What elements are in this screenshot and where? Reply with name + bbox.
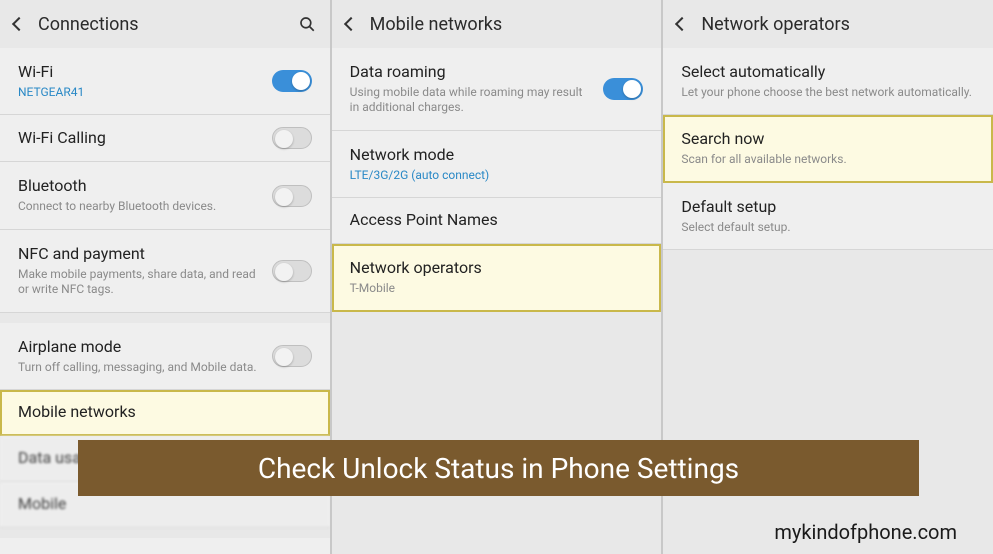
header-title: Mobile networks [370, 14, 648, 35]
header-title: Network operators [701, 14, 979, 35]
item-search-now[interactable]: Search now Scan for all available networ… [663, 115, 993, 182]
data-roaming-toggle[interactable] [603, 78, 643, 100]
item-title: Wi-Fi [18, 62, 260, 83]
item-select-automatically[interactable]: Select automatically Let your phone choo… [663, 48, 993, 115]
item-sub: NETGEAR41 [18, 85, 260, 101]
item-text: Wi-Fi Calling [18, 128, 260, 149]
item-nfc-payment[interactable]: NFC and payment Make mobile payments, sh… [0, 230, 330, 313]
back-icon[interactable] [344, 17, 358, 31]
item-text: Bluetooth Connect to nearby Bluetooth de… [18, 176, 260, 214]
item-text: Wi-Fi NETGEAR41 [18, 62, 260, 100]
item-title: Wi-Fi Calling [18, 128, 260, 149]
item-text: Network operators T-Mobile [350, 258, 644, 296]
item-sub: Scan for all available networks. [681, 152, 975, 168]
item-title: Access Point Names [350, 210, 644, 231]
item-network-mode[interactable]: Network mode LTE/3G/2G (auto connect) [332, 131, 662, 198]
item-title: Select automatically [681, 62, 975, 83]
item-default-setup[interactable]: Default setup Select default setup. [663, 183, 993, 250]
item-more-connection-settings[interactable]: More connection settings [0, 538, 330, 554]
item-title: More connection settings [18, 550, 312, 554]
back-icon[interactable] [675, 17, 689, 31]
item-wifi-calling[interactable]: Wi-Fi Calling [0, 115, 330, 162]
bluetooth-toggle[interactable] [272, 185, 312, 207]
item-title: Network operators [350, 258, 644, 279]
item-sub: Connect to nearby Bluetooth devices. [18, 199, 260, 215]
item-bluetooth[interactable]: Bluetooth Connect to nearby Bluetooth de… [0, 162, 330, 229]
item-data-roaming[interactable]: Data roaming Using mobile data while roa… [332, 48, 662, 131]
item-title: NFC and payment [18, 244, 260, 265]
item-text: Select automatically Let your phone choo… [681, 62, 975, 100]
item-text: Airplane mode Turn off calling, messagin… [18, 337, 260, 375]
item-title: Network mode [350, 145, 644, 166]
item-title: Bluetooth [18, 176, 260, 197]
header-mobile-networks: Mobile networks [332, 0, 662, 48]
item-text: Data roaming Using mobile data while roa… [350, 62, 592, 116]
wifi-calling-toggle[interactable] [272, 127, 312, 149]
item-text: Mobile [18, 494, 312, 515]
item-sub: Select default setup. [681, 220, 975, 236]
header-title: Connections [38, 14, 298, 35]
item-airplane-mode[interactable]: Airplane mode Turn off calling, messagin… [0, 323, 330, 390]
item-sub: Let your phone choose the best network a… [681, 85, 975, 101]
item-sub: LTE/3G/2G (auto connect) [350, 168, 644, 184]
header-connections: Connections [0, 0, 330, 48]
item-sub: Make mobile payments, share data, and re… [18, 267, 260, 298]
item-title: Mobile [18, 494, 312, 515]
item-text: Search now Scan for all available networ… [681, 129, 975, 167]
nfc-toggle[interactable] [272, 260, 312, 282]
back-icon[interactable] [12, 17, 26, 31]
item-sub: Turn off calling, messaging, and Mobile … [18, 360, 260, 376]
item-sub: Using mobile data while roaming may resu… [350, 85, 592, 116]
item-title: Mobile networks [18, 402, 312, 423]
item-title: Airplane mode [18, 337, 260, 358]
item-text: Default setup Select default setup. [681, 197, 975, 235]
wifi-toggle[interactable] [272, 70, 312, 92]
overlay-banner: Check Unlock Status in Phone Settings [78, 440, 919, 496]
airplane-toggle[interactable] [272, 345, 312, 367]
search-icon[interactable] [298, 15, 316, 33]
item-text: Mobile networks [18, 402, 312, 423]
item-title: Data roaming [350, 62, 592, 83]
item-title: Default setup [681, 197, 975, 218]
header-network-operators: Network operators [663, 0, 993, 48]
item-text: NFC and payment Make mobile payments, sh… [18, 244, 260, 298]
item-wifi[interactable]: Wi-Fi NETGEAR41 [0, 48, 330, 115]
item-network-operators[interactable]: Network operators T-Mobile [332, 244, 662, 311]
watermark: mykindofphone.com [774, 520, 957, 544]
item-text: More connection settings [18, 550, 312, 554]
item-access-point-names[interactable]: Access Point Names [332, 198, 662, 244]
item-text: Access Point Names [350, 210, 644, 231]
item-mobile-networks[interactable]: Mobile networks [0, 390, 330, 436]
item-title: Search now [681, 129, 975, 150]
item-sub: T-Mobile [350, 281, 644, 297]
item-text: Network mode LTE/3G/2G (auto connect) [350, 145, 644, 183]
